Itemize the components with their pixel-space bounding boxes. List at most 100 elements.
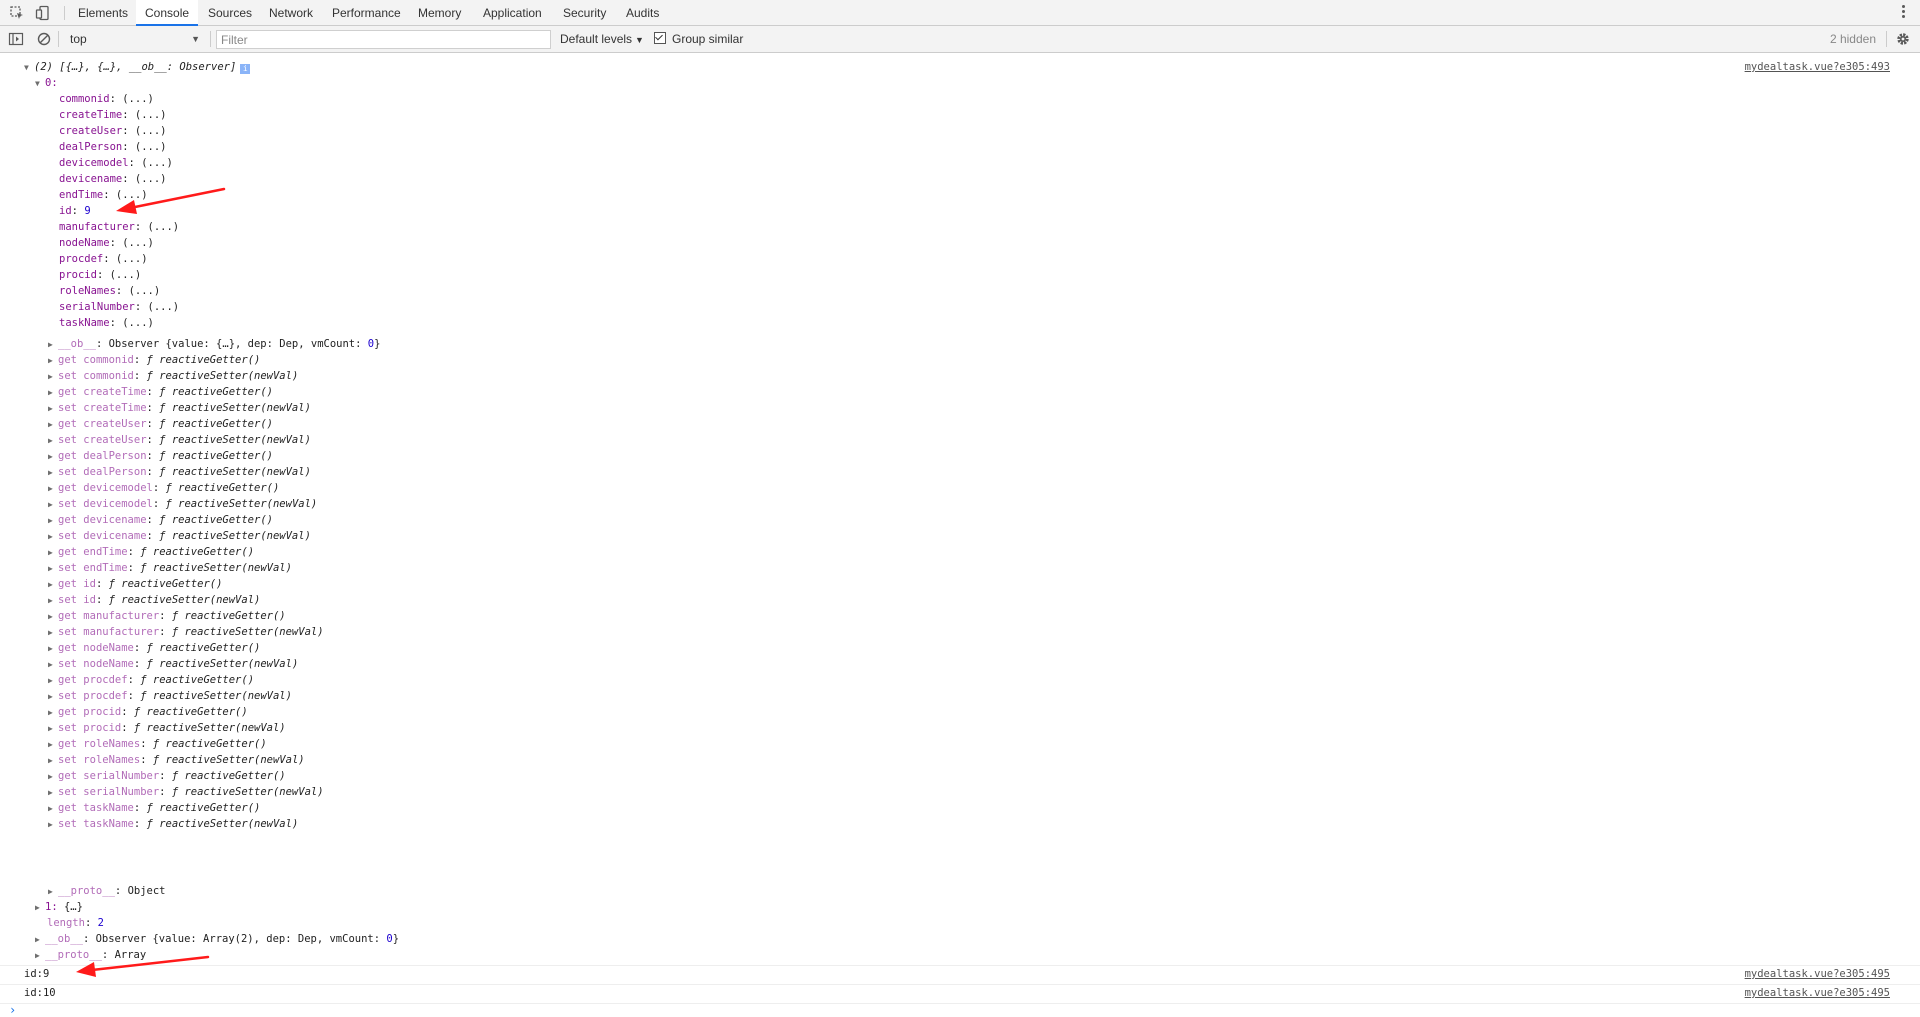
expand-triangle-icon[interactable]: ▶ <box>48 545 58 561</box>
clear-console-icon[interactable] <box>36 31 52 47</box>
expand-triangle-icon[interactable]: ▶ <box>35 900 45 916</box>
accessor-row[interactable]: ▶ set taskName: ƒ reactiveSetter(newVal) <box>48 816 298 832</box>
expand-triangle-icon[interactable]: ▶ <box>48 641 58 657</box>
accessor-row[interactable]: ▶ set commonid: ƒ reactiveSetter(newVal) <box>48 368 298 384</box>
expand-triangle-icon[interactable]: ▶ <box>48 657 58 673</box>
console-sidebar-icon[interactable] <box>8 31 24 47</box>
expand-triangle-icon[interactable]: ▶ <box>48 577 58 593</box>
expand-triangle-icon[interactable]: ▶ <box>48 449 58 465</box>
expand-triangle-icon[interactable]: ▶ <box>48 401 58 417</box>
accessor-row[interactable]: ▶ set id: ƒ reactiveSetter(newVal) <box>48 592 260 608</box>
expand-triangle-icon[interactable]: ▶ <box>48 884 58 900</box>
expand-triangle-icon[interactable]: ▶ <box>48 737 58 753</box>
property-row[interactable]: createTime: (...) <box>59 107 166 123</box>
property-row[interactable]: procid: (...) <box>59 267 141 283</box>
source-link[interactable]: mydealtask.vue?e305:495 <box>1745 966 1890 982</box>
expand-triangle-icon[interactable]: ▶ <box>48 561 58 577</box>
expand-triangle-icon[interactable]: ▶ <box>48 801 58 817</box>
accessor-row[interactable]: ▶ get manufacturer: ƒ reactiveGetter() <box>48 608 286 624</box>
expand-triangle-icon[interactable]: ▶ <box>48 417 58 433</box>
expand-triangle-icon[interactable]: ▶ <box>48 465 58 481</box>
accessor-row[interactable]: ▶ get serialNumber: ƒ reactiveGetter() <box>48 768 286 784</box>
expand-triangle-icon[interactable]: ▶ <box>48 593 58 609</box>
tab-elements[interactable]: Elements <box>69 0 137 26</box>
property-row[interactable]: commonid: (...) <box>59 91 154 107</box>
property-row[interactable]: devicename: (...) <box>59 171 166 187</box>
ob-property[interactable]: ▶ __ob__: Observer {value: {…}, dep: Dep,… <box>48 336 380 352</box>
expand-triangle-icon[interactable]: ▶ <box>48 753 58 769</box>
accessor-row[interactable]: ▶ set procdef: ƒ reactiveSetter(newVal) <box>48 688 292 704</box>
accessor-row[interactable]: ▶ get createUser: ƒ reactiveGetter() <box>48 416 273 432</box>
expand-triangle-icon[interactable]: ▶ <box>48 433 58 449</box>
expand-triangle-icon[interactable]: ▶ <box>35 932 45 948</box>
gear-icon[interactable] <box>1895 31 1911 47</box>
proto-object[interactable]: ▶ __proto__: Object <box>48 883 166 899</box>
property-row[interactable]: nodeName: (...) <box>59 235 154 251</box>
group-similar-toggle[interactable]: Group similar <box>654 26 743 53</box>
property-row[interactable]: manufacturer: (...) <box>59 219 179 235</box>
expand-triangle-icon[interactable]: ▶ <box>48 513 58 529</box>
array-item-0[interactable]: ▼ 0: <box>35 75 58 91</box>
ob-array-property[interactable]: ▶ __ob__: Observer {value: Array(2), dep:… <box>35 931 399 947</box>
accessor-row[interactable]: ▶ set devicemodel: ƒ reactiveSetter(newVa… <box>48 496 317 512</box>
filter-input[interactable] <box>216 30 551 49</box>
console-prompt[interactable]: › <box>9 1003 16 1017</box>
property-row[interactable]: serialNumber: (...) <box>59 299 179 315</box>
property-row[interactable]: procdef: (...) <box>59 251 148 267</box>
group-similar-checkbox[interactable] <box>654 32 666 44</box>
log-levels-dropdown[interactable]: Default levels ▼ <box>560 26 644 53</box>
kebab-menu-icon[interactable] <box>1902 4 1906 22</box>
expand-triangle-icon[interactable]: ▶ <box>48 785 58 801</box>
expand-triangle-icon[interactable]: ▶ <box>48 337 58 353</box>
accessor-row[interactable]: ▶ get procdef: ƒ reactiveGetter() <box>48 672 254 688</box>
context-selector[interactable]: top ▼ <box>64 29 204 49</box>
accessor-row[interactable]: ▶ get commonid: ƒ reactiveGetter() <box>48 352 260 368</box>
tab-performance[interactable]: Performance <box>323 0 410 26</box>
accessor-row[interactable]: ▶ set roleNames: ƒ reactiveSetter(newVal) <box>48 752 305 768</box>
expand-triangle-icon[interactable]: ▶ <box>48 609 58 625</box>
expand-triangle-icon[interactable]: ▶ <box>48 625 58 641</box>
expand-triangle-icon[interactable]: ▶ <box>48 705 58 721</box>
array-item-1[interactable]: ▶ 1: {…} <box>35 899 83 915</box>
accessor-row[interactable]: ▶ set procid: ƒ reactiveSetter(newVal) <box>48 720 286 736</box>
expand-triangle-icon[interactable]: ▼ <box>35 76 45 92</box>
accessor-row[interactable]: ▶ get devicename: ƒ reactiveGetter() <box>48 512 273 528</box>
accessor-row[interactable]: ▶ get endTime: ƒ reactiveGetter() <box>48 544 254 560</box>
tab-memory[interactable]: Memory <box>409 0 470 26</box>
accessor-row[interactable]: ▶ set nodeName: ƒ reactiveSetter(newVal) <box>48 656 298 672</box>
property-row[interactable]: roleNames: (...) <box>59 283 160 299</box>
accessor-row[interactable]: ▶ set createTime: ƒ reactiveSetter(newVal… <box>48 400 311 416</box>
property-row[interactable]: dealPerson: (...) <box>59 139 166 155</box>
property-row[interactable]: taskName: (...) <box>59 315 154 331</box>
inspect-element-icon[interactable] <box>9 5 25 21</box>
accessor-row[interactable]: ▶ set serialNumber: ƒ reactiveSetter(newV… <box>48 784 324 800</box>
accessor-row[interactable]: ▶ set manufacturer: ƒ reactiveSetter(newV… <box>48 624 324 640</box>
tab-audits[interactable]: Audits <box>617 0 668 26</box>
expand-triangle-icon[interactable]: ▶ <box>48 481 58 497</box>
expand-triangle-icon[interactable]: ▶ <box>35 948 45 964</box>
expand-triangle-icon[interactable]: ▶ <box>48 497 58 513</box>
property-row[interactable]: createUser: (...) <box>59 123 166 139</box>
accessor-row[interactable]: ▶ get taskName: ƒ reactiveGetter() <box>48 800 260 816</box>
accessor-row[interactable]: ▶ get id: ƒ reactiveGetter() <box>48 576 222 592</box>
accessor-row[interactable]: ▶ get nodeName: ƒ reactiveGetter() <box>48 640 260 656</box>
expand-triangle-icon[interactable]: ▶ <box>48 369 58 385</box>
property-row[interactable]: id: 9 <box>59 203 91 219</box>
tab-sources[interactable]: Sources <box>199 0 261 26</box>
expand-triangle-icon[interactable]: ▶ <box>48 817 58 833</box>
expand-triangle-icon[interactable]: ▶ <box>48 721 58 737</box>
source-link[interactable]: mydealtask.vue?e305:495 <box>1745 985 1890 1001</box>
accessor-row[interactable]: ▶ get dealPerson: ƒ reactiveGetter() <box>48 448 273 464</box>
expand-triangle-icon[interactable]: ▶ <box>48 385 58 401</box>
tab-console[interactable]: Console <box>136 0 199 26</box>
source-link[interactable]: mydealtask.vue?e305:493 <box>1745 59 1890 75</box>
accessor-row[interactable]: ▶ get procid: ƒ reactiveGetter() <box>48 704 248 720</box>
tab-network[interactable]: Network <box>260 0 322 26</box>
expand-triangle-icon[interactable]: ▶ <box>48 529 58 545</box>
accessor-row[interactable]: ▶ get roleNames: ƒ reactiveGetter() <box>48 736 267 752</box>
accessor-row[interactable]: ▶ set createUser: ƒ reactiveSetter(newVal… <box>48 432 311 448</box>
tab-application[interactable]: Application <box>474 0 551 26</box>
accessor-row[interactable]: ▶ get devicemodel: ƒ reactiveGetter() <box>48 480 279 496</box>
expand-triangle-icon[interactable]: ▼ <box>24 60 34 76</box>
accessor-row[interactable]: ▶ set endTime: ƒ reactiveSetter(newVal) <box>48 560 292 576</box>
